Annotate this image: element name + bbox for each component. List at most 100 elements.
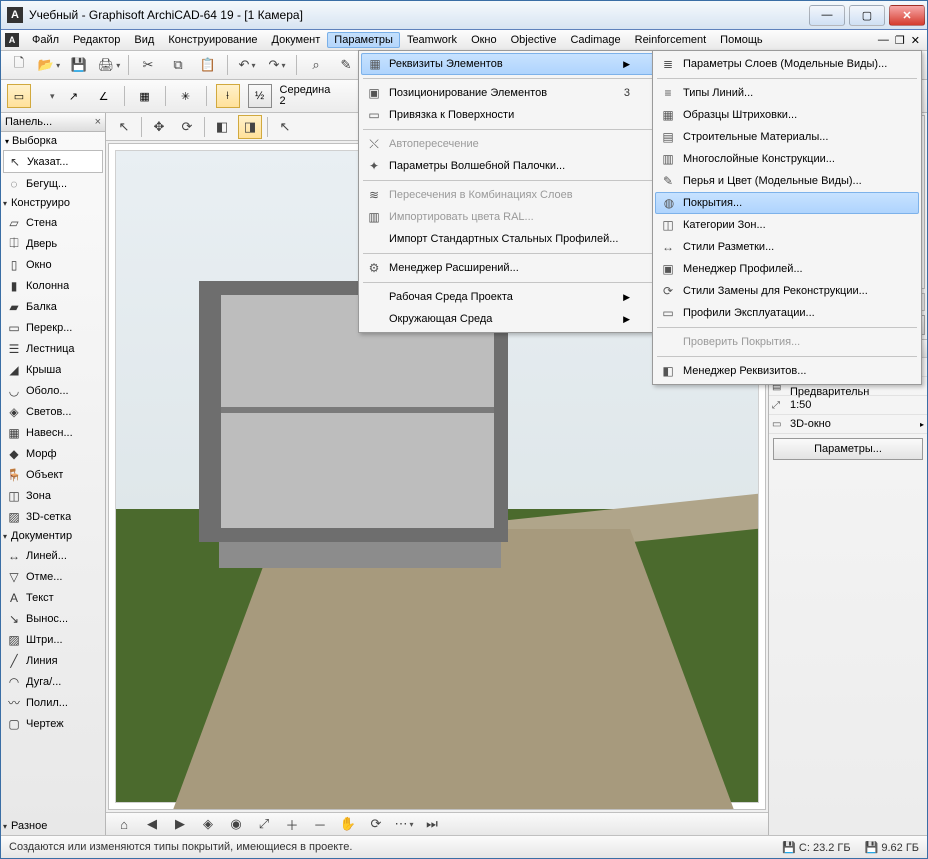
menu-item-pens[interactable]: ✎Перья и Цвет (Модельные Виды)...	[655, 170, 919, 192]
menu-item-layer-params[interactable]: ≣Параметры Слоев (Модельные Виды)...	[655, 53, 919, 75]
menu-item-element-attributes[interactable]: ▦Реквизиты Элементов▶	[361, 53, 654, 75]
menu-item-work-env[interactable]: Рабочая Среда Проекта▶	[361, 286, 654, 308]
tool-door[interactable]: ⎅Дверь	[1, 233, 105, 254]
new-file-icon[interactable]: 🗋	[7, 53, 31, 77]
tool-slab[interactable]: ▭Перекр...	[1, 317, 105, 338]
tool-mesh[interactable]: ▨3D-сетка	[1, 506, 105, 527]
menu-item-extensions[interactable]: ⚙Менеджер Расширений...	[361, 257, 654, 279]
menu-item-attributes-manager[interactable]: ◧Менеджер Реквизитов...	[655, 360, 919, 382]
menu-item-profile-manager[interactable]: ▣Менеджер Профилей...	[655, 258, 919, 280]
print-icon[interactable]: 🖨	[97, 53, 121, 77]
paste-icon[interactable]: 📋	[196, 53, 220, 77]
nav-zoom-in-icon[interactable]: ＋	[280, 812, 304, 836]
prop-scale-row[interactable]: ⤢1:50	[769, 396, 927, 415]
tool-curtain[interactable]: ▦Навесн...	[1, 422, 105, 443]
nav-end-icon[interactable]: ⏭	[420, 812, 444, 836]
menu-item-building-materials[interactable]: ▤Строительные Материалы...	[655, 126, 919, 148]
tool-label[interactable]: ↘Вынос...	[1, 608, 105, 629]
menu-file[interactable]: Файл	[25, 32, 66, 48]
highlight-toggle-icon[interactable]: ◨	[238, 115, 262, 139]
nav-zoom-fit-icon[interactable]: ⤢	[252, 812, 276, 836]
nav-next-icon[interactable]: ▶	[168, 812, 192, 836]
select-cursor-icon[interactable]: ↖	[273, 115, 297, 139]
nav-prev-icon[interactable]: ◀	[140, 812, 164, 836]
menu-objective[interactable]: Objective	[504, 32, 564, 48]
nav-more-icon[interactable]: ⋯	[392, 812, 416, 836]
copy-icon[interactable]: ⧉	[166, 53, 190, 77]
menu-document[interactable]: Документ	[265, 32, 328, 48]
tool-column[interactable]: ▮Колонна	[1, 275, 105, 296]
tool-pointer[interactable]: ↖Указат...	[3, 150, 103, 173]
pick-icon[interactable]: ⌕	[304, 53, 328, 77]
open-file-icon[interactable]: 📂	[37, 53, 61, 77]
menu-item-surface-snap[interactable]: ▭Привязка к Поверхности	[361, 104, 654, 126]
mdi-minimize-icon[interactable]: —	[878, 34, 889, 47]
parameters-button[interactable]: Параметры...	[773, 438, 923, 460]
nav-zoom-out-icon[interactable]: －	[308, 812, 332, 836]
menu-item-coverings[interactable]: ◍Покрытия...	[655, 192, 919, 214]
menu-item-import-steel[interactable]: Импорт Стандартных Стальных Профилей...	[361, 228, 654, 250]
tool-drawing[interactable]: ▢Чертеж	[1, 713, 105, 734]
undo-icon[interactable]: ↶	[235, 53, 259, 77]
tool-line[interactable]: ╱Линия	[1, 650, 105, 671]
angle-tool-icon[interactable]: ∠	[93, 85, 115, 107]
menu-teamwork[interactable]: Teamwork	[400, 32, 464, 48]
tool-arc[interactable]: ◠Дуга/...	[1, 671, 105, 692]
snap-toggle-icon[interactable]: ✳	[175, 85, 197, 107]
tool-skylight[interactable]: ◈Светов...	[1, 401, 105, 422]
tool-marquee[interactable]: ◌Бегущ...	[1, 173, 105, 194]
tool-roof[interactable]: ◢Крыша	[1, 359, 105, 380]
nav-persp-icon[interactable]: ◉	[224, 812, 248, 836]
menu-item-positioning[interactable]: ▣Позиционирование Элементов3	[361, 82, 654, 104]
arrow-tool-icon[interactable]: ↗	[63, 85, 85, 107]
tool-text[interactable]: AТекст	[1, 587, 105, 608]
menu-item-line-types[interactable]: ≡Типы Линий...	[655, 82, 919, 104]
tool-wall[interactable]: ▱Стена	[1, 212, 105, 233]
category-misc[interactable]: Разное	[1, 817, 105, 835]
minimize-button[interactable]: —	[809, 5, 845, 26]
cut-icon[interactable]: ✂	[136, 53, 160, 77]
menu-item-renovation-styles[interactable]: ⟳Стили Замены для Реконструкции...	[655, 280, 919, 302]
maximize-button[interactable]: ▢	[849, 5, 885, 26]
redo-icon[interactable]: ↷	[265, 53, 289, 77]
nav-orbit-icon[interactable]: ⟳	[364, 812, 388, 836]
menu-item-zone-categories[interactable]: ◫Категории Зон...	[655, 214, 919, 236]
menu-help[interactable]: Помощь	[713, 32, 770, 48]
menu-item-operation-profiles[interactable]: ▭Профили Эксплуатации...	[655, 302, 919, 324]
menu-item-composite[interactable]: ▥Многослойные Конструкции...	[655, 148, 919, 170]
mdi-restore-icon[interactable]: ❐	[895, 34, 905, 47]
menu-parameters[interactable]: Параметры	[327, 32, 400, 48]
chevron-down-icon[interactable]: ▾	[50, 91, 55, 102]
tool-fill[interactable]: ▨Штри...	[1, 629, 105, 650]
cursor-tool-icon[interactable]: ▭	[7, 84, 31, 108]
tool-zone[interactable]: ◫Зона	[1, 485, 105, 506]
nav-home-icon[interactable]: ⌂	[112, 812, 136, 836]
menu-item-hatch[interactable]: ▦Образцы Штриховки...	[655, 104, 919, 126]
tool-beam[interactable]: ▰Балка	[1, 296, 105, 317]
menu-editor[interactable]: Редактор	[66, 32, 127, 48]
mdi-close-icon[interactable]: ✕	[911, 34, 920, 47]
menu-reinforce[interactable]: Reinforcement	[628, 32, 714, 48]
tool-level-dim[interactable]: ▽Отме...	[1, 566, 105, 587]
snap-half-icon[interactable]: ½	[248, 84, 272, 108]
menu-cadimage[interactable]: Cadimage	[563, 32, 627, 48]
save-icon[interactable]: 💾	[67, 53, 91, 77]
close-icon[interactable]: ×	[95, 116, 101, 128]
menu-item-surround-env[interactable]: Окружающая Среда▶	[361, 308, 654, 330]
tool-shell[interactable]: ◡Оболо...	[1, 380, 105, 401]
snap-mid-icon[interactable]: ⟊	[216, 84, 240, 108]
menu-item-dim-styles[interactable]: ↔Стили Разметки...	[655, 236, 919, 258]
nav-axo-icon[interactable]: ◈	[196, 812, 220, 836]
nav-pan-icon[interactable]: ✋	[336, 812, 360, 836]
move-icon[interactable]: ✥	[147, 115, 171, 139]
menu-window[interactable]: Окно	[464, 32, 504, 48]
tool-linear-dim[interactable]: ↔Линей...	[1, 545, 105, 566]
cursor-icon[interactable]: ↖	[112, 115, 136, 139]
toggle-icon[interactable]: ◧	[210, 115, 234, 139]
tool-window[interactable]: ▯Окно	[1, 254, 105, 275]
menu-construct[interactable]: Конструирование	[161, 32, 264, 48]
close-button[interactable]: ✕	[889, 5, 925, 26]
menu-view[interactable]: Вид	[127, 32, 161, 48]
prop-view-row[interactable]: ▭3D-окно▸	[769, 415, 927, 434]
pen-icon[interactable]: ✎	[334, 53, 358, 77]
